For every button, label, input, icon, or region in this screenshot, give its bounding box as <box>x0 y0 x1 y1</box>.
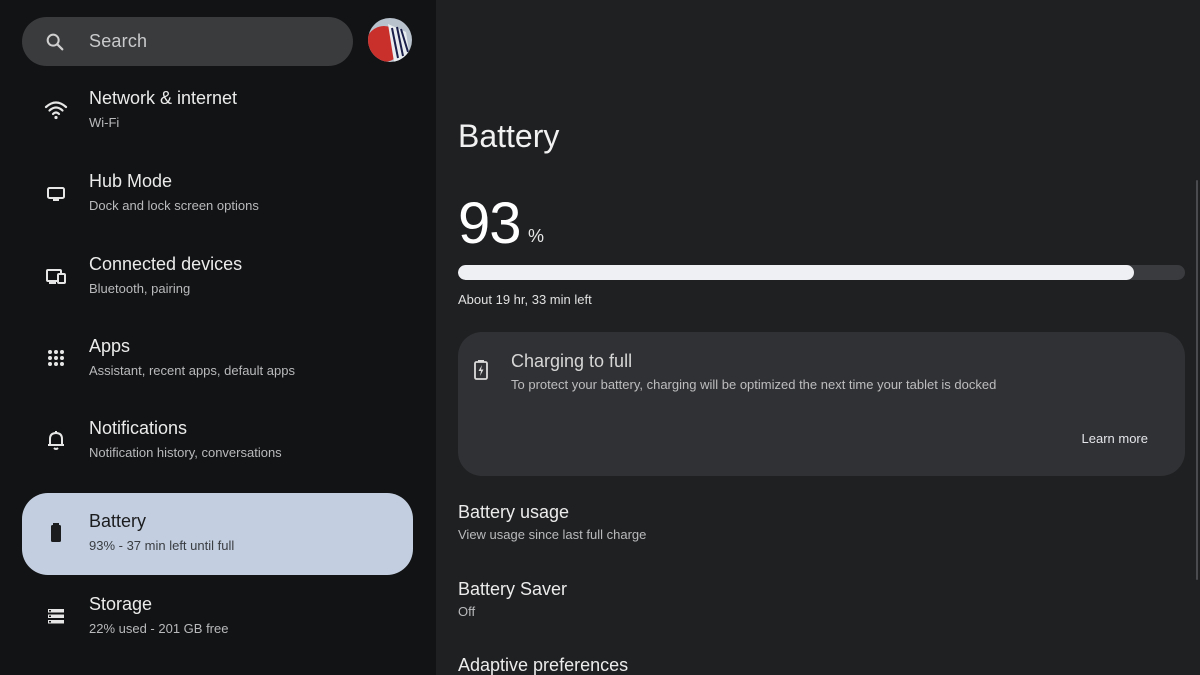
page-title: Battery <box>458 118 560 154</box>
pref-subtitle: View usage since last full charge <box>458 527 647 542</box>
wifi-icon <box>44 101 68 120</box>
pref-subtitle: Off <box>458 604 476 619</box>
pref-title: Battery Saver <box>458 579 568 599</box>
sidebar-item-title: Battery <box>89 511 147 531</box>
sidebar-item-title: Notifications <box>89 418 188 438</box>
card-title: Charging to full <box>511 351 633 371</box>
time-remaining: About 19 hr, 33 min left <box>458 292 592 307</box>
pref-adaptive-preferences[interactable]: Adaptive preferences <box>458 655 1158 675</box>
learn-more-link[interactable]: Learn more <box>1082 431 1148 446</box>
sidebar-item-apps[interactable]: Apps Assistant, recent apps, default app… <box>22 318 413 400</box>
battery-level-unit: % <box>528 226 545 246</box>
pref-title: Battery usage <box>458 502 570 522</box>
sidebar-item-subtitle: Bluetooth, pairing <box>89 281 191 296</box>
sidebar-item-notifications[interactable]: Notifications Notification history, conv… <box>22 400 413 482</box>
charging-card: Charging to full To protect your battery… <box>458 332 1185 476</box>
sidebar-item-subtitle: Wi-Fi <box>89 115 120 130</box>
sidebar-item-title: Network & internet <box>89 88 238 108</box>
battery-level: 93 <box>458 191 522 256</box>
monitor-icon <box>47 187 65 201</box>
sidebar: Search Network & internet Wi-Fi Hub Mode… <box>0 0 436 675</box>
devices-icon <box>46 269 66 284</box>
sidebar-item-title: Connected devices <box>89 254 243 274</box>
pref-battery-saver[interactable]: Battery Saver Off <box>458 579 1158 619</box>
sidebar-item-subtitle: 22% used - 201 GB free <box>89 621 229 636</box>
search-bar[interactable]: Search <box>22 17 353 66</box>
avatar[interactable] <box>368 18 412 62</box>
search-input[interactable]: Search <box>89 31 147 52</box>
pref-title: Adaptive preferences <box>458 655 629 675</box>
battery-icon <box>51 523 61 542</box>
battery-progress-fill <box>458 265 1135 280</box>
sidebar-item-subtitle: 93% - 37 min left until full <box>89 538 235 553</box>
main-panel: Battery 93 % About 19 hr, 33 min left Ch… <box>436 0 1200 675</box>
sidebar-item-storage[interactable]: Storage 22% used - 201 GB free <box>22 576 413 658</box>
sidebar-item-subtitle: Dock and lock screen options <box>89 198 259 213</box>
sidebar-item-subtitle: Notification history, conversations <box>89 445 282 460</box>
sidebar-item-subtitle: Assistant, recent apps, default apps <box>89 363 295 378</box>
storage-icon <box>48 609 64 624</box>
apps-grid-icon <box>48 350 64 366</box>
battery-progress-bar <box>458 265 1185 280</box>
search-icon <box>46 33 64 51</box>
sidebar-item-connected-devices[interactable]: Connected devices Bluetooth, pairing <box>22 236 413 318</box>
sidebar-item-title: Hub Mode <box>89 171 173 191</box>
sidebar-item-title: Storage <box>89 594 153 614</box>
sidebar-item-battery[interactable]: Battery 93% - 37 min left until full <box>22 493 413 575</box>
bell-icon <box>48 431 64 450</box>
scrollbar[interactable] <box>1196 180 1198 580</box>
pref-battery-usage[interactable]: Battery usage View usage since last full… <box>458 502 1158 542</box>
sidebar-item-network[interactable]: Network & internet Wi-Fi <box>22 70 413 152</box>
sidebar-item-hub-mode[interactable]: Hub Mode Dock and lock screen options <box>22 153 413 235</box>
card-text: To protect your battery, charging will b… <box>511 377 997 392</box>
sidebar-item-title: Apps <box>89 336 131 356</box>
battery-charging-icon <box>474 360 488 380</box>
